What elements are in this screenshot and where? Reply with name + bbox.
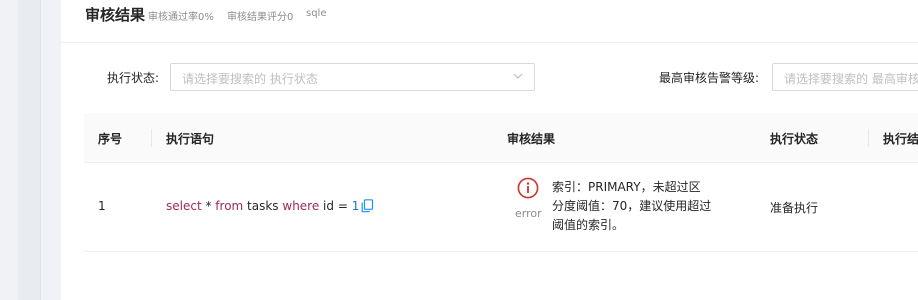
sql-keyword: select [166,199,202,213]
col-exec-status: 执行状态 [770,132,819,146]
audit-score: 审核结果评分0 [227,12,294,23]
row-index: 1 [98,199,106,213]
side-rail [18,0,41,300]
col-divider [151,129,152,147]
pass-rate: 审核通过率0% [148,12,214,23]
audit-message: 索引：PRIMARY，未超过区分度阈值：70，建议使用超过阈值的索引。 [552,180,712,232]
sql-number: 1 [351,199,360,213]
sql-text: id = [319,199,352,213]
copy-icon[interactable] [361,199,374,213]
max-level-label: 最高审核告警等级: [659,71,760,85]
audit-result-card: 审核结果 审核通过率0% 审核结果评分0 sqle 执行状态: 请选择要搜索的 … [61,0,918,300]
error-circle-icon [517,177,539,199]
data-source: sqle [306,8,327,19]
table-row: 1 select * from tasks where id = 1 error… [84,163,918,252]
max-level-placeholder: 请选择要搜索的 最高审核告警等级 [784,72,918,86]
col-audit-result: 审核结果 [507,132,556,146]
audit-level: error [515,207,542,220]
exec-status-select[interactable]: 请选择要搜索的 执行状态 [170,63,535,91]
exec-status-placeholder: 请选择要搜索的 执行状态 [182,72,318,86]
sql-keyword: from [215,199,244,213]
col-sql: 执行语句 [166,132,215,146]
left-gutter [0,0,18,300]
exec-status-label: 执行状态: [107,71,160,85]
sql-statement[interactable]: select * from tasks where id = 1 [166,199,359,213]
col-index: 序号 [98,132,123,146]
sql-text: tasks [243,199,283,213]
chevron-down-icon [513,73,523,79]
sql-keyword: where [282,199,320,213]
table-header: 序号 执行语句 审核结果 执行状态 执行结果 [84,113,918,163]
col-exec-result: 执行结果 [883,132,918,146]
card-header: 审核结果 审核通过率0% 审核结果评分0 sqle [61,0,918,43]
max-level-select[interactable]: 请选择要搜索的 最高审核告警等级 [772,63,918,91]
card-title: 审核结果 [85,6,146,24]
sql-text: * [201,199,216,213]
col-divider [868,129,869,147]
exec-status-value: 准备执行 [770,201,819,215]
